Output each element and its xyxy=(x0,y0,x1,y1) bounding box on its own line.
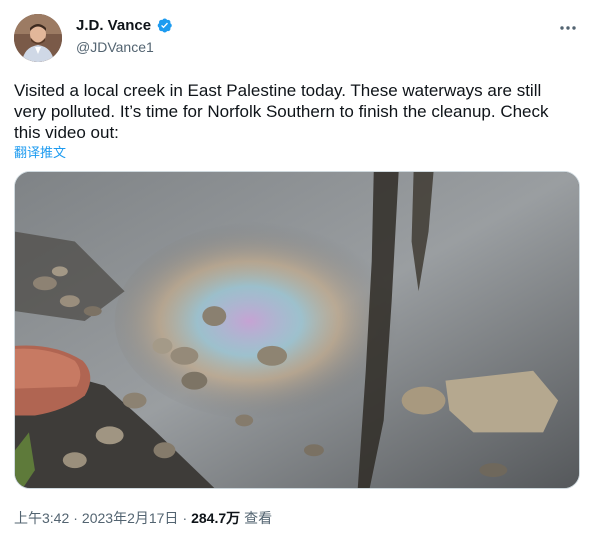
display-name[interactable]: J.D. Vance xyxy=(76,17,151,34)
author-handle[interactable]: @JDVance1 xyxy=(76,39,154,55)
meta-separator: · xyxy=(182,510,188,526)
views-label: 查看 xyxy=(244,510,273,526)
tweet-video[interactable] xyxy=(14,171,580,489)
tweet-text: Visited a local creek in East Palestine … xyxy=(14,81,549,142)
author-name-row: J.D. Vance xyxy=(76,17,173,34)
avatar-image xyxy=(14,14,62,62)
verified-badge-icon xyxy=(156,17,173,34)
tweet-date[interactable]: 2023年2月17日 xyxy=(82,508,179,528)
tweet-meta: 上午3:42 · 2023年2月17日 · 284.7万 查看 xyxy=(14,508,272,528)
tweet-time[interactable]: 上午3:42 xyxy=(14,508,69,528)
more-horizontal-icon[interactable] xyxy=(558,18,578,38)
creek-video-frame xyxy=(15,172,579,488)
avatar[interactable] xyxy=(14,14,62,62)
meta-separator: · xyxy=(73,510,78,526)
views-count: 284.7万 xyxy=(191,510,241,526)
tweet-card: J.D. Vance @JDVance1 Visited a local cre… xyxy=(0,0,594,536)
translate-tweet-link[interactable]: 翻译推文 xyxy=(14,142,66,161)
